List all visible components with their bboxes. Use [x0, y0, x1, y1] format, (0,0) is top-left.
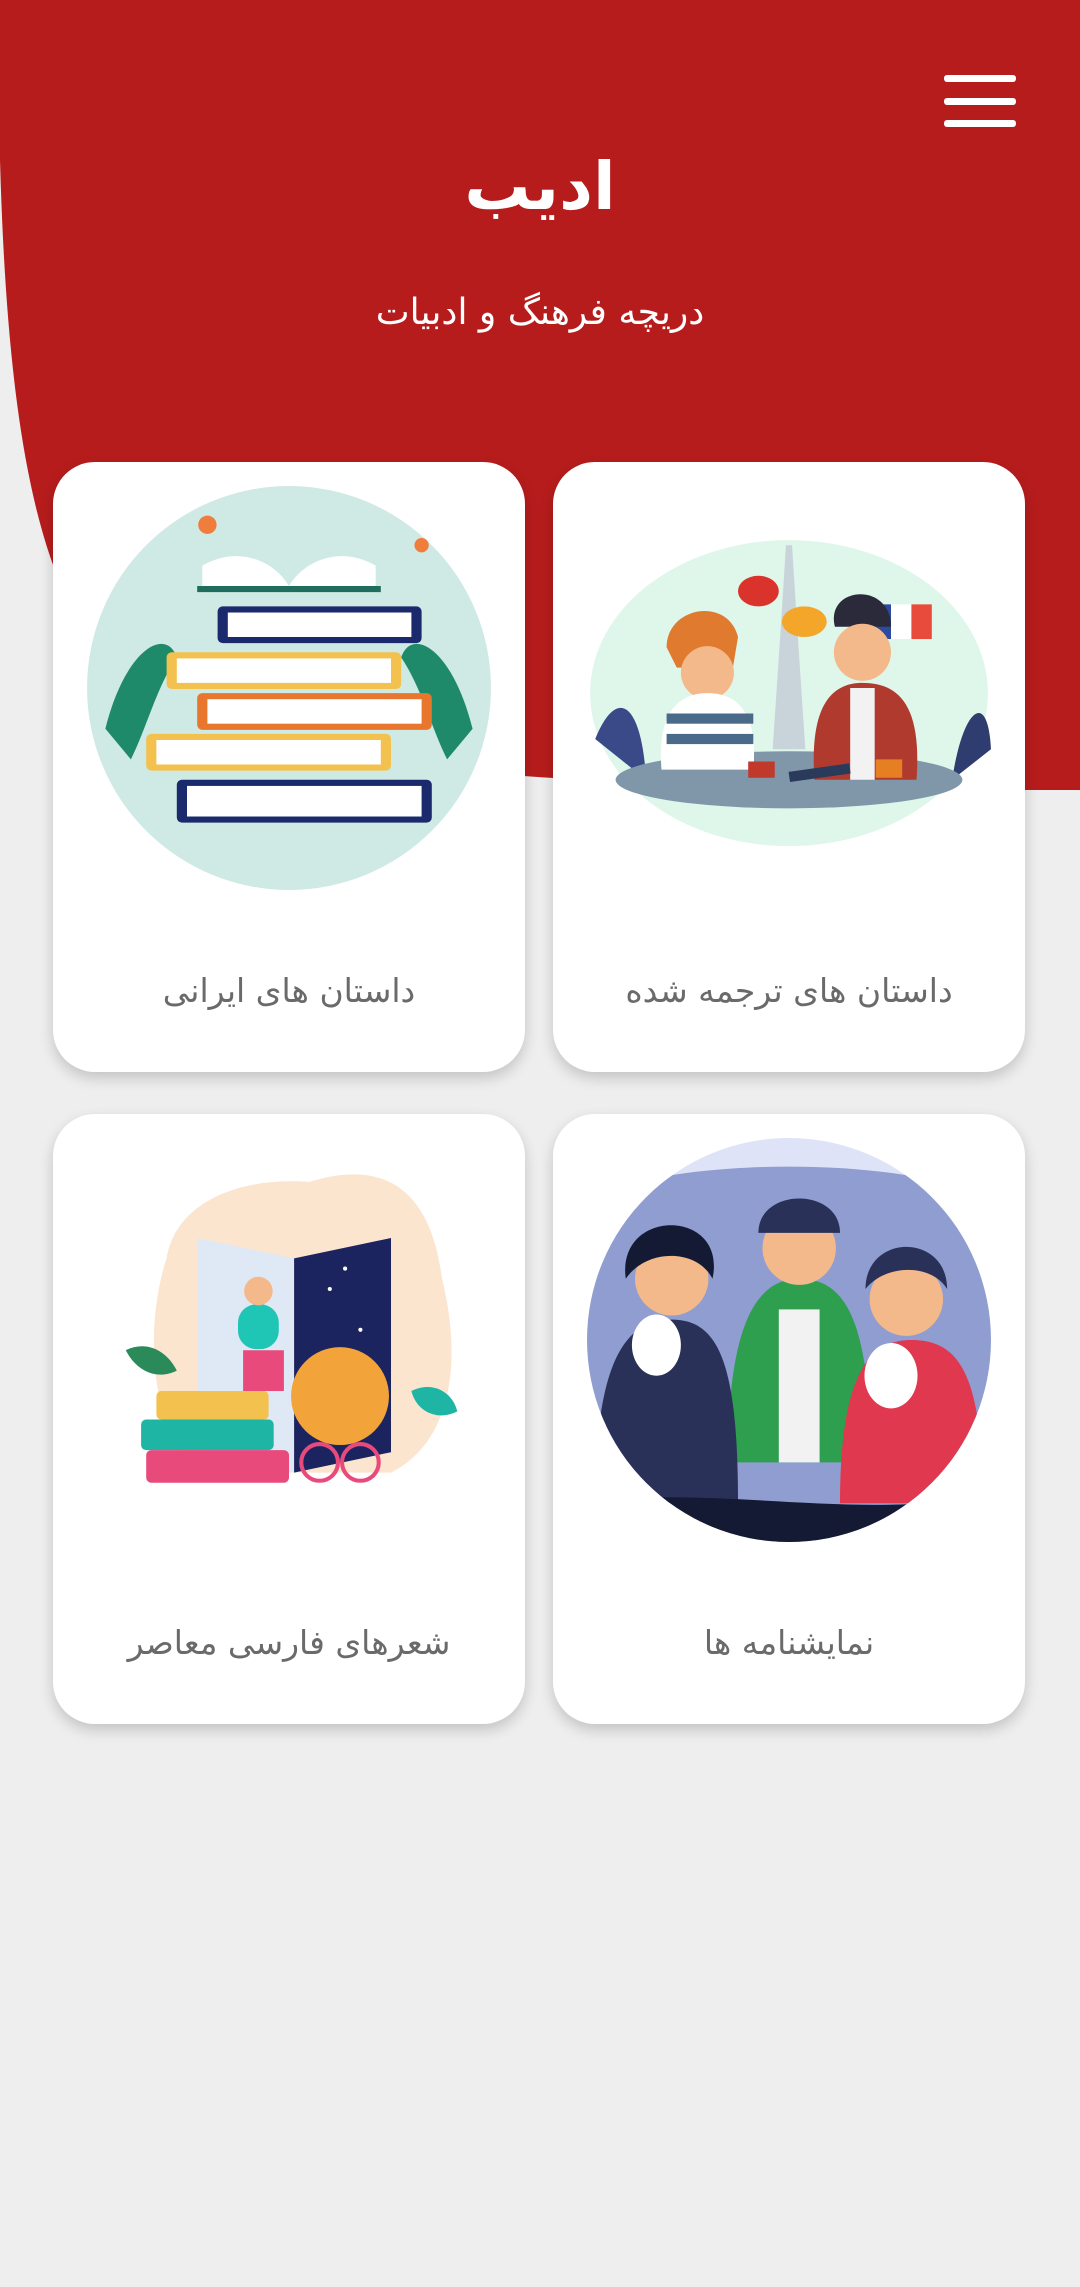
hamburger-menu-icon	[944, 75, 1016, 82]
category-card-iranian-stories[interactable]: داستان های ایرانی	[53, 462, 525, 1072]
category-card-contemporary-poetry[interactable]: شعرهای فارسی معاصر	[53, 1114, 525, 1724]
theater-masks-illustration	[587, 1138, 991, 1542]
card-label: نمایشنامه ها	[703, 1623, 875, 1662]
category-card-translated-stories[interactable]: داستان های ترجمه شده	[553, 462, 1025, 1072]
card-label: داستان های ترجمه شده	[625, 971, 953, 1010]
app-title: ادیب	[464, 148, 616, 225]
category-card-plays[interactable]: نمایشنامه ها	[553, 1114, 1025, 1724]
menu-button[interactable]	[944, 75, 1016, 127]
open-book-reader-illustration	[125, 1174, 458, 1483]
card-label: داستان های ایرانی	[162, 971, 416, 1010]
card-label: شعرهای فارسی معاصر	[127, 1623, 451, 1662]
book-stack-illustration	[87, 486, 491, 890]
cafe-conversation-illustration	[590, 540, 991, 847]
app-subtitle: دریچه فرهنگ و ادبیات	[375, 292, 705, 333]
